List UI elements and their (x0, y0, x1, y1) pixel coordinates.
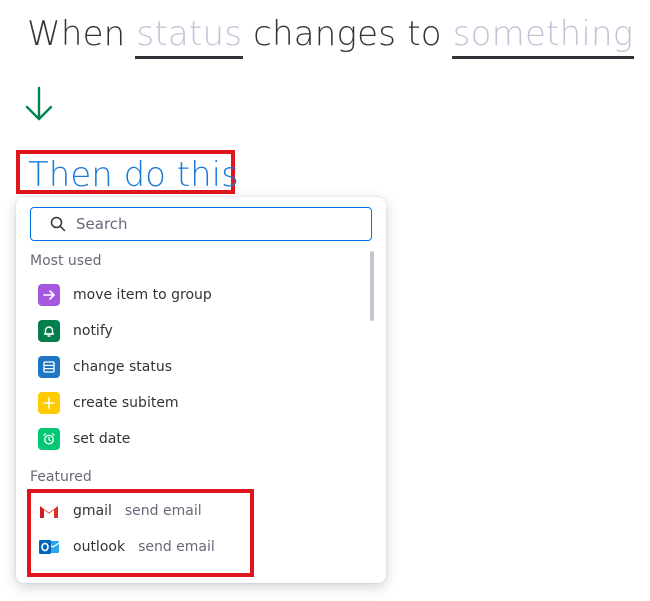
list-icon (38, 356, 60, 378)
action-item-description: send email (138, 539, 215, 555)
search-field[interactable] (30, 207, 372, 241)
action-item-label: notify (73, 323, 113, 339)
action-item-label: move item to group (73, 287, 212, 303)
trigger-sentence: When status changes to something (27, 12, 635, 59)
action-item-description: send email (124, 503, 202, 519)
action-item-set-date[interactable]: set date (38, 424, 130, 454)
most-used-heading: Most used (30, 253, 102, 269)
search-icon (50, 216, 66, 232)
featured-heading: Featured (30, 469, 92, 485)
action-item-label: create subitem (73, 395, 179, 411)
outlook-icon (38, 536, 60, 558)
scrollbar-thumb[interactable] (370, 251, 374, 321)
trigger-value-slot[interactable]: something (451, 12, 635, 59)
action-title: Then do this (28, 155, 239, 195)
arrow-right-icon (38, 284, 60, 306)
action-item-label: outlook (73, 539, 126, 555)
trigger-prefix: When (27, 14, 126, 54)
action-item-notify[interactable]: notify (38, 316, 113, 346)
action-item-move-item-to-group[interactable]: move item to group (38, 280, 212, 310)
bell-icon (38, 320, 60, 342)
action-item-label: gmail (73, 503, 112, 519)
action-title-highlight[interactable]: Then do this (16, 150, 239, 195)
arrow-down-icon (25, 86, 53, 121)
gmail-icon (38, 500, 60, 522)
action-item-label: set date (73, 431, 131, 447)
search-input[interactable] (76, 215, 346, 233)
trigger-middle-text: changes to (253, 14, 442, 54)
action-dropdown: Most used move item to group notify chan… (16, 197, 386, 583)
plus-icon (38, 392, 60, 414)
action-item-outlook[interactable]: outlook send email (38, 532, 215, 562)
action-item-label: change status (73, 359, 172, 375)
action-item-change-status[interactable]: change status (38, 352, 172, 382)
alarm-clock-icon (38, 428, 60, 450)
trigger-field-slot[interactable]: status (135, 12, 244, 59)
automation-builder: When status changes to something Then do th… (0, 0, 650, 601)
action-item-create-subitem[interactable]: create subitem (38, 388, 179, 418)
action-item-gmail[interactable]: gmail send email (38, 496, 202, 526)
